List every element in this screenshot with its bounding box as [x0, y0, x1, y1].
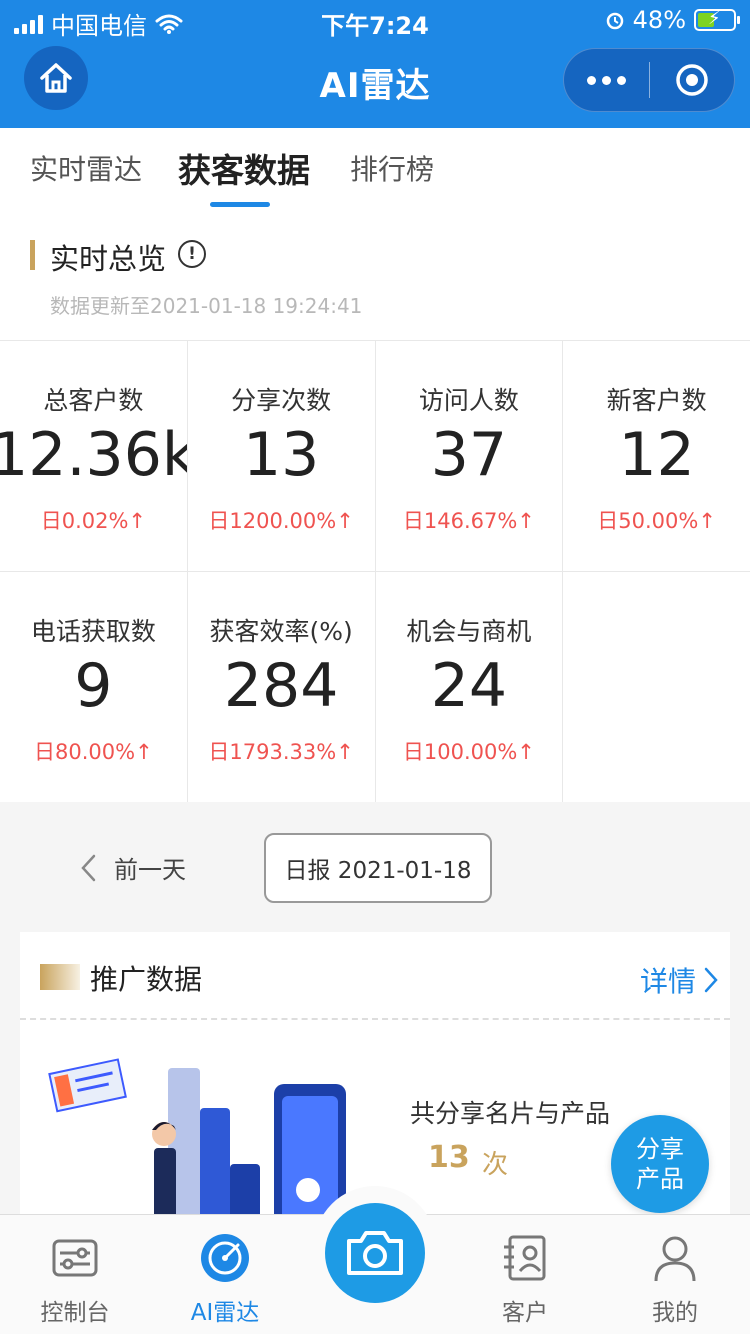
- stat-label: 机会与商机: [406, 617, 532, 646]
- stat-share-count[interactable]: 分享次数 13 日1200.00%↑: [187, 341, 375, 571]
- stat-change: 日0.02%↑: [40, 509, 147, 533]
- section-marker: [40, 964, 80, 990]
- stat-value: 12: [618, 420, 695, 490]
- share-line-1: 分享: [636, 1135, 684, 1163]
- stat-value: 37: [430, 420, 508, 490]
- stat-change: 日1793.33%↑: [208, 740, 354, 764]
- overview-title: 实时总览: [50, 242, 167, 276]
- promotion-summary: 共分享名片与产品: [410, 1099, 611, 1128]
- stat-empty-cell: [563, 572, 750, 802]
- stat-value: 9: [74, 651, 113, 721]
- section-marker: [30, 240, 35, 270]
- promotion-unit: 次: [482, 1150, 509, 1180]
- stat-total-customers[interactable]: 总客户数 12.36k 日0.02%↑: [0, 341, 187, 571]
- stat-change: 日1200.00%↑: [208, 509, 354, 533]
- stat-label: 获客效率(%): [209, 617, 353, 646]
- chevron-right-icon: [704, 967, 718, 993]
- stat-visitors[interactable]: 访问人数 37 日146.67%↑: [375, 341, 563, 571]
- stat-change: 日80.00%↑: [34, 740, 153, 764]
- profile-icon: [654, 1236, 696, 1282]
- stat-change: 日50.00%↑: [597, 509, 716, 533]
- chevron-left-icon: [81, 854, 96, 881]
- target-icon: [676, 64, 708, 96]
- promotion-illustration: [48, 1058, 346, 1222]
- promotion-header: 推广数据 详情: [20, 932, 730, 1020]
- tabbar-customers[interactable]: 客户: [450, 1215, 600, 1334]
- stat-value: 24: [430, 651, 508, 721]
- tab-realtime-radar[interactable]: 实时雷达: [30, 148, 142, 188]
- tab-ranking[interactable]: 排行榜: [350, 148, 434, 188]
- stat-label: 总客户数: [43, 386, 144, 415]
- share-line-2: 产品: [636, 1165, 684, 1193]
- stat-label: 电话获取数: [30, 617, 156, 646]
- active-tab-indicator: [210, 202, 270, 207]
- info-icon[interactable]: !: [178, 240, 206, 268]
- stat-phone-acquired[interactable]: 电话获取数 9 日80.00%↑: [0, 572, 187, 802]
- tabbar-label: AI雷达: [190, 1300, 260, 1326]
- close-target-button[interactable]: [650, 63, 735, 97]
- stat-acquisition-efficiency[interactable]: 获客效率(%) 284 日1793.33%↑: [187, 572, 375, 802]
- tabbar-ai-radar[interactable]: AI雷达: [150, 1215, 300, 1334]
- stat-opportunities[interactable]: 机会与商机 24 日100.00%↑: [375, 572, 563, 802]
- radar-icon: [201, 1234, 249, 1282]
- date-navigator: 前一天 日报 2021-01-18: [0, 802, 750, 932]
- tab-bar: 实时雷达 获客数据 排行榜: [0, 128, 750, 210]
- stat-label: 分享次数: [231, 386, 332, 415]
- update-timestamp: 数据更新至2021-01-18 19:24:41: [50, 294, 363, 318]
- promotion-title: 推广数据: [90, 963, 203, 996]
- tabbar-label: 控制台: [40, 1300, 110, 1326]
- tabbar-profile[interactable]: 我的: [600, 1215, 750, 1334]
- details-link[interactable]: 详情: [640, 960, 718, 1000]
- miniprogram-capsule: [563, 48, 735, 112]
- tabbar-label: 我的: [652, 1300, 698, 1326]
- promotion-count: 13: [428, 1140, 470, 1175]
- battery-icon: ⚡: [694, 8, 740, 31]
- status-bar: 中国电信 下午7:24 48% ⚡: [0, 0, 750, 40]
- camera-button[interactable]: [325, 1203, 425, 1303]
- status-right: 48% ⚡: [605, 6, 740, 34]
- stat-value: 284: [223, 651, 339, 721]
- console-icon: [52, 1239, 98, 1277]
- stat-change: 日100.00%↑: [402, 740, 535, 764]
- prev-day-button[interactable]: 前一天: [80, 850, 186, 885]
- details-label: 详情: [639, 965, 696, 998]
- date-selector[interactable]: 日报 2021-01-18: [264, 833, 492, 903]
- stat-label: 新客户数: [606, 386, 707, 415]
- stat-new-customers[interactable]: 新客户数 12 日50.00%↑: [563, 341, 750, 571]
- alarm-icon: [606, 12, 623, 30]
- stat-change: 日146.67%↑: [402, 509, 535, 533]
- stat-label: 访问人数: [418, 386, 519, 415]
- app-header: 中国电信 下午7:24 48% ⚡ AI雷达: [0, 0, 750, 128]
- stats-grid: 总客户数 12.36k 日0.02%↑ 分享次数 13 日1200.00%↑ 访…: [0, 340, 750, 802]
- more-icon[interactable]: [564, 75, 649, 85]
- tabbar-console[interactable]: 控制台: [0, 1215, 150, 1334]
- camera-icon: [347, 1231, 403, 1275]
- customer-icon: [504, 1235, 546, 1281]
- overview-section: 实时总览 ! 数据更新至2021-01-18 19:24:41: [0, 210, 750, 340]
- prev-day-label: 前一天: [114, 856, 186, 884]
- stat-value: 13: [242, 420, 320, 490]
- tab-customer-data[interactable]: 获客数据: [178, 144, 310, 192]
- stat-value: 12.36k: [0, 420, 187, 490]
- battery-percent: 48%: [632, 6, 686, 34]
- share-product-button[interactable]: 分享 产品: [611, 1115, 709, 1213]
- tabbar-label: 客户: [502, 1300, 548, 1326]
